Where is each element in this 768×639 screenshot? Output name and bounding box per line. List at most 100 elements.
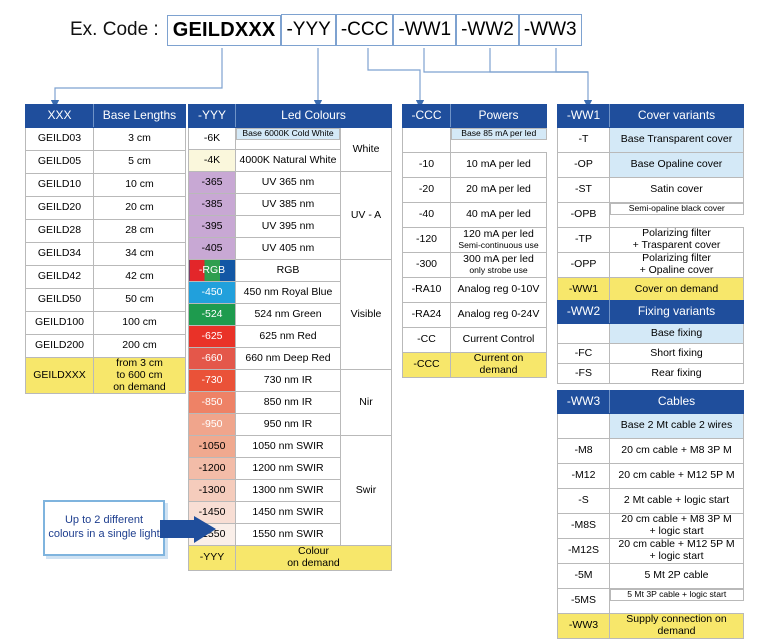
code-segment-ww1[interactable]: -WW1: [393, 14, 457, 46]
table-row[interactable]: GEILD28 28 cm: [25, 219, 186, 243]
colour-group-label: Nir: [340, 369, 392, 436]
table-row[interactable]: -M8 20 cm cable + M8 3P M: [557, 438, 744, 464]
note-callout-two-colours: Up to 2 different colours in a single li…: [43, 500, 165, 556]
cable-code: -M8S: [557, 513, 610, 539]
table-row[interactable]: -TP Polarizing filter + Trasparent cover: [557, 227, 744, 253]
table-row[interactable]: GEILD10 10 cm: [25, 173, 186, 197]
table-row[interactable]: -RGB RGB Visible: [188, 259, 392, 370]
cable-code: -S: [557, 488, 610, 514]
table-row[interactable]: -5M 5 Mt 2P cable: [557, 563, 744, 589]
colour-description: 524 nm Green: [235, 303, 341, 326]
power-description: 300 mA per led only strobe use: [450, 252, 547, 278]
fixing-description: Short fixing: [609, 343, 744, 364]
cover-code: -OPB: [557, 202, 610, 228]
cable-code: -5MS: [557, 588, 610, 614]
power-description: Base 85 mA per led: [451, 128, 547, 140]
table-row[interactable]: Base 85 mA per led: [402, 127, 547, 153]
length-description: 50 cm: [93, 288, 186, 312]
length-code: GEILD03: [25, 127, 94, 151]
length-description: 34 cm: [93, 242, 186, 266]
colour-code-swatch: -405: [188, 237, 236, 260]
table-row[interactable]: -FS Rear fixing: [557, 363, 744, 384]
length-description: 100 cm: [93, 311, 186, 335]
colour-code-swatch: -450: [188, 281, 236, 304]
header-code-yyy: -YYY: [188, 104, 236, 128]
table-row[interactable]: -OPP Polarizing filter + Opaline cover: [557, 252, 744, 278]
code-segment-ww3[interactable]: -WW3: [518, 14, 582, 46]
length-code: GEILD10: [25, 173, 94, 197]
table-row[interactable]: GEILD03 3 cm: [25, 127, 186, 151]
power-description: 20 mA per led: [450, 177, 547, 203]
cover-description: Satin cover: [609, 177, 744, 203]
power-code: -10: [402, 152, 451, 178]
power-code: -RA24: [402, 302, 451, 328]
table-row[interactable]: -365 UV 365 nm UV - A: [188, 171, 392, 260]
lengths-body: GEILD03 3 cm GEILD05 5 cm GEILD10 10 cm GEILD2…: [25, 127, 186, 395]
fixing-description: Base fixing: [609, 323, 744, 344]
table-row[interactable]: GEILD34 34 cm: [25, 242, 186, 266]
table-row[interactable]: -40 40 mA per led: [402, 202, 547, 228]
table-row[interactable]: -M12S 20 cm cable + M12 5P M + logic start: [557, 538, 744, 564]
length-description: 28 cm: [93, 219, 186, 243]
colour-code-swatch: -1300: [188, 479, 236, 502]
cover-description: Semi-opaline black cover: [610, 203, 744, 215]
header-code-ccc: -CCC: [402, 104, 451, 128]
colour-group-label: UV - A: [340, 171, 392, 260]
table-row[interactable]: -OPB Semi-opaline black cover: [557, 202, 744, 228]
cover-code: -T: [557, 127, 610, 153]
table-row[interactable]: -OP Base Opaline cover: [557, 152, 744, 178]
colour-description: 450 nm Royal Blue: [235, 281, 341, 304]
length-code: GEILD100: [25, 311, 94, 335]
code-segment-geildxxx[interactable]: GEILDXXX: [166, 14, 282, 46]
table-row[interactable]: GEILD20 20 cm: [25, 196, 186, 220]
table-row[interactable]: -20 20 mA per led: [402, 177, 547, 203]
header-code-ww2: -WW2: [557, 300, 610, 324]
table-row[interactable]: -ST Satin cover: [557, 177, 744, 203]
code-segment-ww2[interactable]: -WW2: [456, 14, 519, 46]
table-header-row: -WW1 Cover variants: [557, 104, 744, 128]
table-row[interactable]: GEILD05 5 cm: [25, 150, 186, 174]
table-row[interactable]: -5MS 5 Mt 3P cable + logic start: [557, 588, 744, 614]
table-row[interactable]: GEILD200 200 cm: [25, 334, 186, 358]
table-row[interactable]: Base 2 Mt cable 2 wires: [557, 413, 744, 439]
table-row[interactable]: -M12 20 cm cable + M12 5P M: [557, 463, 744, 489]
table-row[interactable]: -FC Short fixing: [557, 343, 744, 364]
table-row[interactable]: GEILD50 50 cm: [25, 288, 186, 312]
power-sub-note: only strobe use: [469, 265, 528, 276]
note-callout-arrow: [160, 516, 216, 543]
table-row[interactable]: -RA10 Analog reg 0-10V: [402, 277, 547, 303]
table-row[interactable]: -120 120 mA per led Semi-continuous use: [402, 227, 547, 253]
table-row[interactable]: -WW3 Supply connection on demand: [557, 613, 744, 639]
table-row[interactable]: -T Base Transparent cover: [557, 127, 744, 153]
table-row[interactable]: -10 10 mA per led: [402, 152, 547, 178]
table-row[interactable]: -1050 1050 nm SWIR Swir: [188, 435, 392, 546]
cable-code: -M12S: [557, 538, 610, 564]
colour-description: UV 405 nm: [235, 237, 341, 260]
table-row[interactable]: GEILD100 100 cm: [25, 311, 186, 335]
table-row[interactable]: -S 2 Mt cable + logic start: [557, 488, 744, 514]
power-code: [402, 127, 451, 153]
table-row[interactable]: -730 730 nm IR Nir: [188, 369, 392, 436]
table-row[interactable]: -WW1 Cover on demand: [557, 277, 744, 303]
colour-description: 660 nm Deep Red: [235, 347, 341, 370]
colour-code-swatch: -4K: [188, 149, 236, 172]
header-code-ww1: -WW1: [557, 104, 610, 128]
table-row[interactable]: -CC Current Control: [402, 327, 547, 353]
colour-group-label: Swir: [340, 435, 392, 546]
table-row[interactable]: -6K Base 6000K Cold White White: [188, 127, 392, 172]
table-row[interactable]: -M8S 20 cm cable + M8 3P M + logic start: [557, 513, 744, 539]
colour-code-swatch: -1050: [188, 435, 236, 458]
power-sub-note: Semi-continuous use: [458, 240, 539, 251]
table-row[interactable]: -RA24 Analog reg 0-24V: [402, 302, 547, 328]
table-row[interactable]: -CCC Current on demand: [402, 352, 547, 378]
colour-code-swatch: -385: [188, 193, 236, 216]
table-base-lengths: XXX Base Lengths GEILD03 3 cm GEILD05 5 cm G…: [25, 104, 186, 395]
table-row[interactable]: GEILD42 42 cm: [25, 265, 186, 289]
code-segment-ccc[interactable]: -CCC: [335, 14, 394, 46]
table-row[interactable]: Base fixing: [557, 323, 744, 344]
code-segment-yyy[interactable]: -YYY: [281, 14, 336, 46]
table-row[interactable]: -300 300 mA per led only strobe use: [402, 252, 547, 278]
power-code: -20: [402, 177, 451, 203]
table-row[interactable]: GEILDXXX from 3 cm to 600 cm on demand: [25, 356, 186, 395]
fixing-code: -FC: [557, 343, 610, 364]
